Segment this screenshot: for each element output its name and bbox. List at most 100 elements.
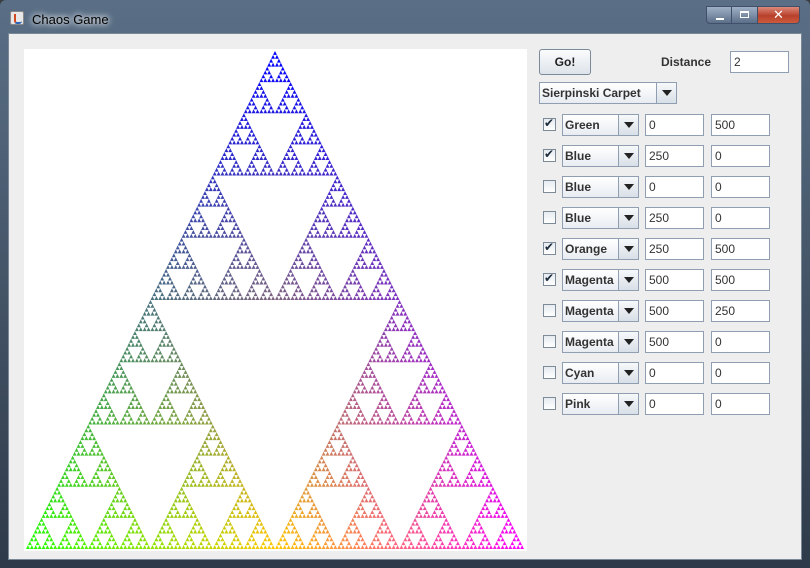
vertex-x-input[interactable]: 0 [645, 393, 704, 415]
fractal-cell [61, 545, 65, 549]
vertex-color-select[interactable]: Magenta [562, 331, 639, 353]
fractal-cell [401, 323, 406, 328]
vertex-enabled-checkbox[interactable] [543, 116, 556, 131]
vertex-enabled-checkbox[interactable] [543, 304, 556, 317]
vertex-y-input[interactable]: 0 [711, 207, 770, 229]
fractal-cell [492, 545, 497, 549]
fractal-cell [183, 292, 188, 297]
fractal-cell [341, 436, 346, 441]
vertex-enabled-checkbox[interactable] [543, 180, 556, 193]
pattern-select[interactable]: Sierpinski Carpet [539, 82, 677, 104]
fractal-cell [115, 482, 120, 487]
fractal-cell [185, 389, 190, 394]
close-button[interactable]: ✕ [758, 6, 800, 24]
vertex-x-input[interactable]: 250 [645, 238, 704, 260]
fractal-cell [220, 156, 225, 160]
chevron-down-icon[interactable] [618, 239, 638, 259]
chevron-down-icon[interactable] [618, 301, 638, 321]
fractal-cell [189, 482, 194, 487]
fractal-cell [372, 257, 377, 262]
fractal-cell [422, 420, 427, 425]
fractal-cell [450, 451, 454, 456]
vertex-enabled-checkbox[interactable] [543, 240, 556, 255]
vertex-y-input[interactable]: 0 [711, 331, 770, 353]
fractal-cell [99, 521, 104, 526]
fractal-cell [337, 202, 342, 207]
fractal-cell [125, 533, 130, 538]
chevron-down-icon[interactable] [618, 115, 638, 135]
vertex-x-input[interactable]: 500 [645, 300, 704, 322]
fractal-cell [286, 545, 291, 549]
chevron-down-icon[interactable] [618, 177, 638, 197]
fractal-cell [232, 529, 237, 534]
vertex-enabled-checkbox[interactable] [543, 271, 556, 286]
vertex-x-input[interactable]: 250 [645, 145, 704, 167]
vertex-enabled-checkbox[interactable] [543, 147, 556, 162]
vertex-color-select[interactable]: Orange [562, 238, 639, 260]
fractal-cell [485, 482, 489, 487]
distance-input[interactable]: 2 [730, 51, 789, 73]
vertex-y-input[interactable]: 0 [711, 393, 770, 415]
chevron-down-icon[interactable] [618, 270, 638, 290]
fractal-cell [43, 510, 48, 514]
vertex-x-input[interactable]: 500 [645, 269, 704, 291]
java-app-icon[interactable] [10, 11, 24, 25]
fractal-canvas[interactable] [24, 49, 527, 551]
vertex-y-input[interactable]: 250 [711, 300, 770, 322]
vertex-enabled-checkbox[interactable] [543, 397, 556, 410]
fractal-cell [438, 545, 443, 549]
fractal-cell [275, 62, 279, 67]
fractal-cell [245, 167, 250, 172]
chevron-down-icon[interactable] [618, 208, 638, 228]
fractal-cell [212, 171, 217, 176]
vertex-x-input[interactable]: 0 [645, 176, 704, 198]
vertex-color-select[interactable]: Blue [562, 176, 639, 198]
fractal-cell [64, 467, 69, 472]
vertex-x-input[interactable]: 0 [645, 114, 704, 136]
fractal-cell [345, 288, 349, 293]
fractal-cell [64, 513, 69, 518]
vertex-x-input[interactable]: 0 [645, 362, 704, 384]
vertex-color-select[interactable]: Magenta [562, 300, 639, 322]
vertex-color-select[interactable]: Magenta [562, 269, 639, 291]
fractal-cell [424, 354, 429, 359]
vertex-x-input[interactable]: 500 [645, 331, 704, 353]
vertex-y-input[interactable]: 0 [711, 145, 770, 167]
fractal-cell [191, 541, 196, 546]
chevron-down-icon[interactable] [618, 394, 638, 414]
chevron-down-icon[interactable] [656, 83, 676, 103]
fractal-cell [401, 354, 406, 359]
fractal-cell [204, 420, 209, 425]
fractal-cell [376, 358, 381, 363]
vertex-y-input[interactable]: 0 [711, 176, 770, 198]
minimize-button[interactable] [706, 6, 732, 24]
vertex-y-input[interactable]: 500 [711, 269, 770, 291]
vertex-color-value: Magenta [565, 273, 614, 287]
vertex-color-select[interactable]: Green [562, 114, 639, 136]
fractal-cell [331, 167, 336, 172]
vertex-enabled-checkbox[interactable] [543, 335, 556, 348]
go-button[interactable]: Go! [539, 49, 591, 75]
vertex-color-select[interactable]: Blue [562, 145, 639, 167]
chevron-down-icon[interactable] [618, 146, 638, 166]
fractal-cell [343, 284, 347, 289]
fractal-cell [132, 331, 137, 336]
title-bar[interactable]: Chaos Game ✕ [0, 0, 810, 33]
vertex-y-input[interactable]: 500 [711, 114, 770, 136]
fractal-cell [181, 264, 186, 269]
vertex-color-select[interactable]: Blue [562, 207, 639, 229]
maximize-button[interactable] [732, 6, 758, 24]
vertex-y-input[interactable]: 0 [711, 362, 770, 384]
vertex-enabled-checkbox[interactable] [543, 366, 556, 379]
chevron-down-icon[interactable] [618, 363, 638, 383]
fractal-cell [288, 268, 293, 273]
vertex-x-input[interactable]: 250 [645, 207, 704, 229]
fractal-cell [136, 525, 141, 530]
vertex-color-select[interactable]: Cyan [562, 362, 639, 384]
vertex-y-input[interactable]: 500 [711, 238, 770, 260]
vertex-enabled-checkbox[interactable] [543, 211, 556, 224]
vertex-color-select[interactable]: Pink [562, 393, 639, 415]
chevron-down-icon[interactable] [618, 332, 638, 352]
fractal-cell [214, 292, 219, 297]
fractal-cell [413, 393, 418, 398]
